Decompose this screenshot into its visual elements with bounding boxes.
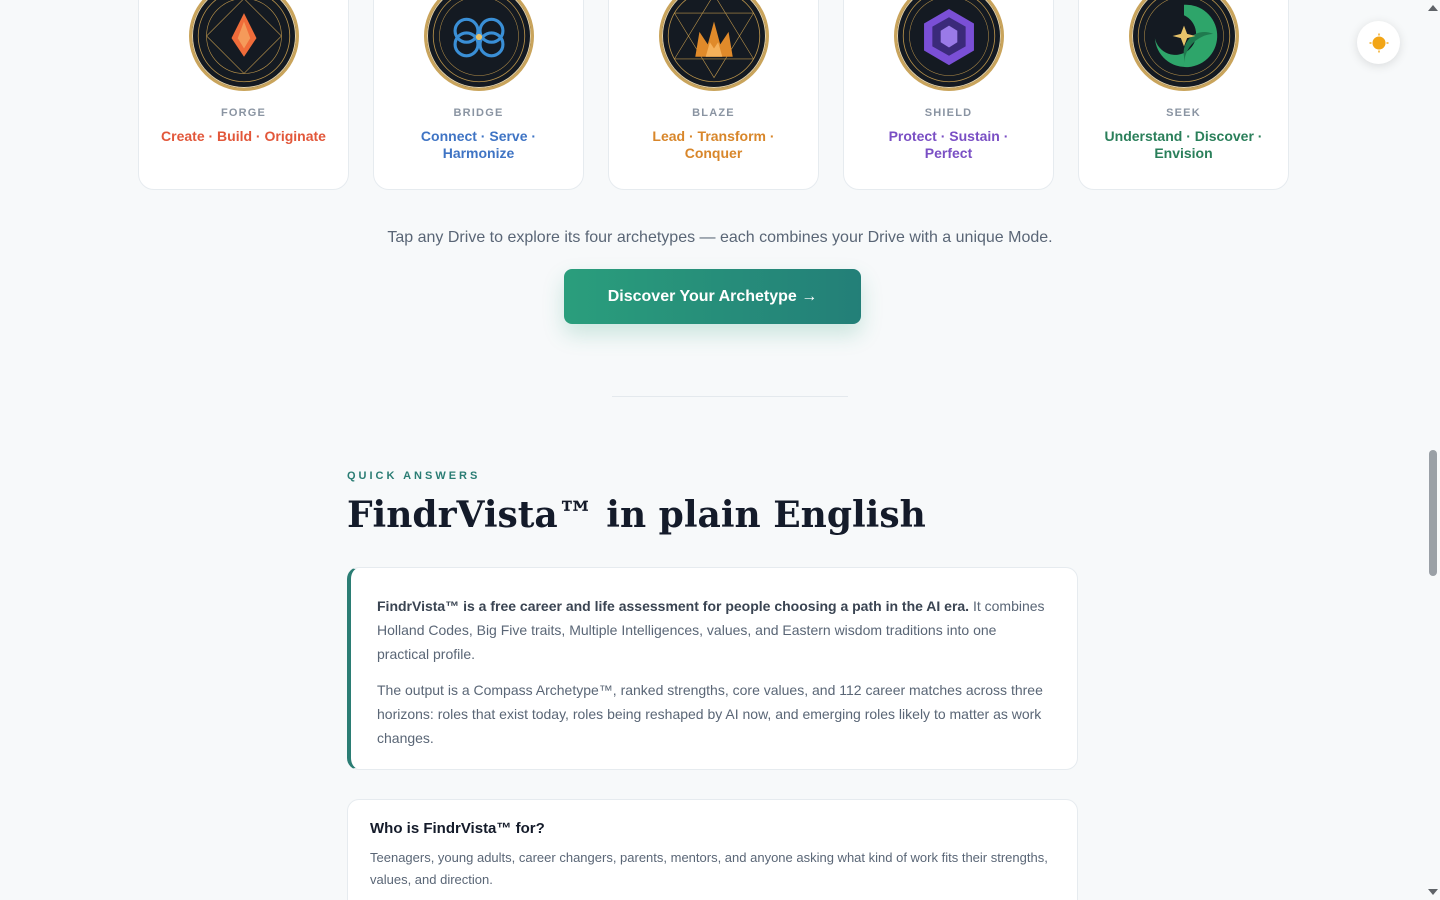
drive-name: SEEK [1166, 107, 1201, 119]
page-scrollbar[interactable] [1426, 0, 1440, 900]
section-eyebrow: QUICK ANSWERS [347, 470, 481, 482]
drive-card-seek[interactable]: SEEK Understand · Discover · Envision [1078, 0, 1289, 190]
hexagon-shield-icon [893, 0, 1004, 91]
drive-name: BLAZE [692, 107, 735, 119]
answer-paragraph-1: FindrVista™ is a free career and life as… [377, 594, 1049, 666]
scroll-up-arrow-icon[interactable] [1428, 5, 1438, 11]
drive-verbs: Protect · Sustain · Perfect [888, 128, 1009, 161]
discover-archetype-button[interactable]: Discover Your Archetype → [564, 269, 861, 324]
scroll-thumb[interactable] [1429, 450, 1437, 576]
section-title: FindrVista™ in plain English [347, 494, 926, 536]
drive-card-shield[interactable]: SHIELD Protect · Sustain · Perfect [843, 0, 1054, 190]
drive-name: BRIDGE [453, 107, 504, 119]
faq-answer: Teenagers, young adults, career changers… [370, 850, 1048, 887]
answer-paragraph-2: The output is a Compass Archetype™, rank… [377, 682, 1043, 746]
sun-icon [1369, 33, 1388, 52]
section-divider [612, 396, 848, 397]
drive-name: FORGE [220, 107, 267, 119]
drive-verbs: Lead · Transform · Conquer [652, 128, 775, 161]
answer-card: FindrVista™ is a free career and life as… [347, 567, 1078, 770]
faq-card[interactable]: Who is FindrVista™ for? Teenagers, young… [347, 799, 1078, 900]
diamond-flame-icon [188, 0, 299, 91]
drive-hint-text: Tap any Drive to explore its four archet… [387, 229, 1053, 246]
faq-question: Who is FindrVista™ for? [370, 820, 545, 837]
drive-cards-row: FORGE Create · Build · Originate BRIDGE … [138, 0, 1290, 190]
theme-toggle-button[interactable] [1357, 21, 1400, 64]
star-swirl-icon [1128, 0, 1239, 91]
drive-card-blaze[interactable]: BLAZE Lead · Transform · Conquer [608, 0, 819, 190]
drive-verbs: Connect · Serve · Harmonize [420, 128, 537, 161]
scroll-down-arrow-icon[interactable] [1428, 889, 1438, 895]
drive-verbs: Create · Build · Originate [161, 128, 326, 144]
crown-flame-icon [658, 0, 769, 91]
drive-card-forge[interactable]: FORGE Create · Build · Originate [138, 0, 349, 190]
drive-verbs: Understand · Discover · Envision [1104, 128, 1263, 161]
drive-name: SHIELD [924, 107, 973, 119]
answer-lead-bold: FindrVista™ is a free career and life as… [377, 598, 970, 614]
drive-card-bridge[interactable]: BRIDGE Connect · Serve · Harmonize [373, 0, 584, 190]
infinity-knot-icon [423, 0, 534, 91]
